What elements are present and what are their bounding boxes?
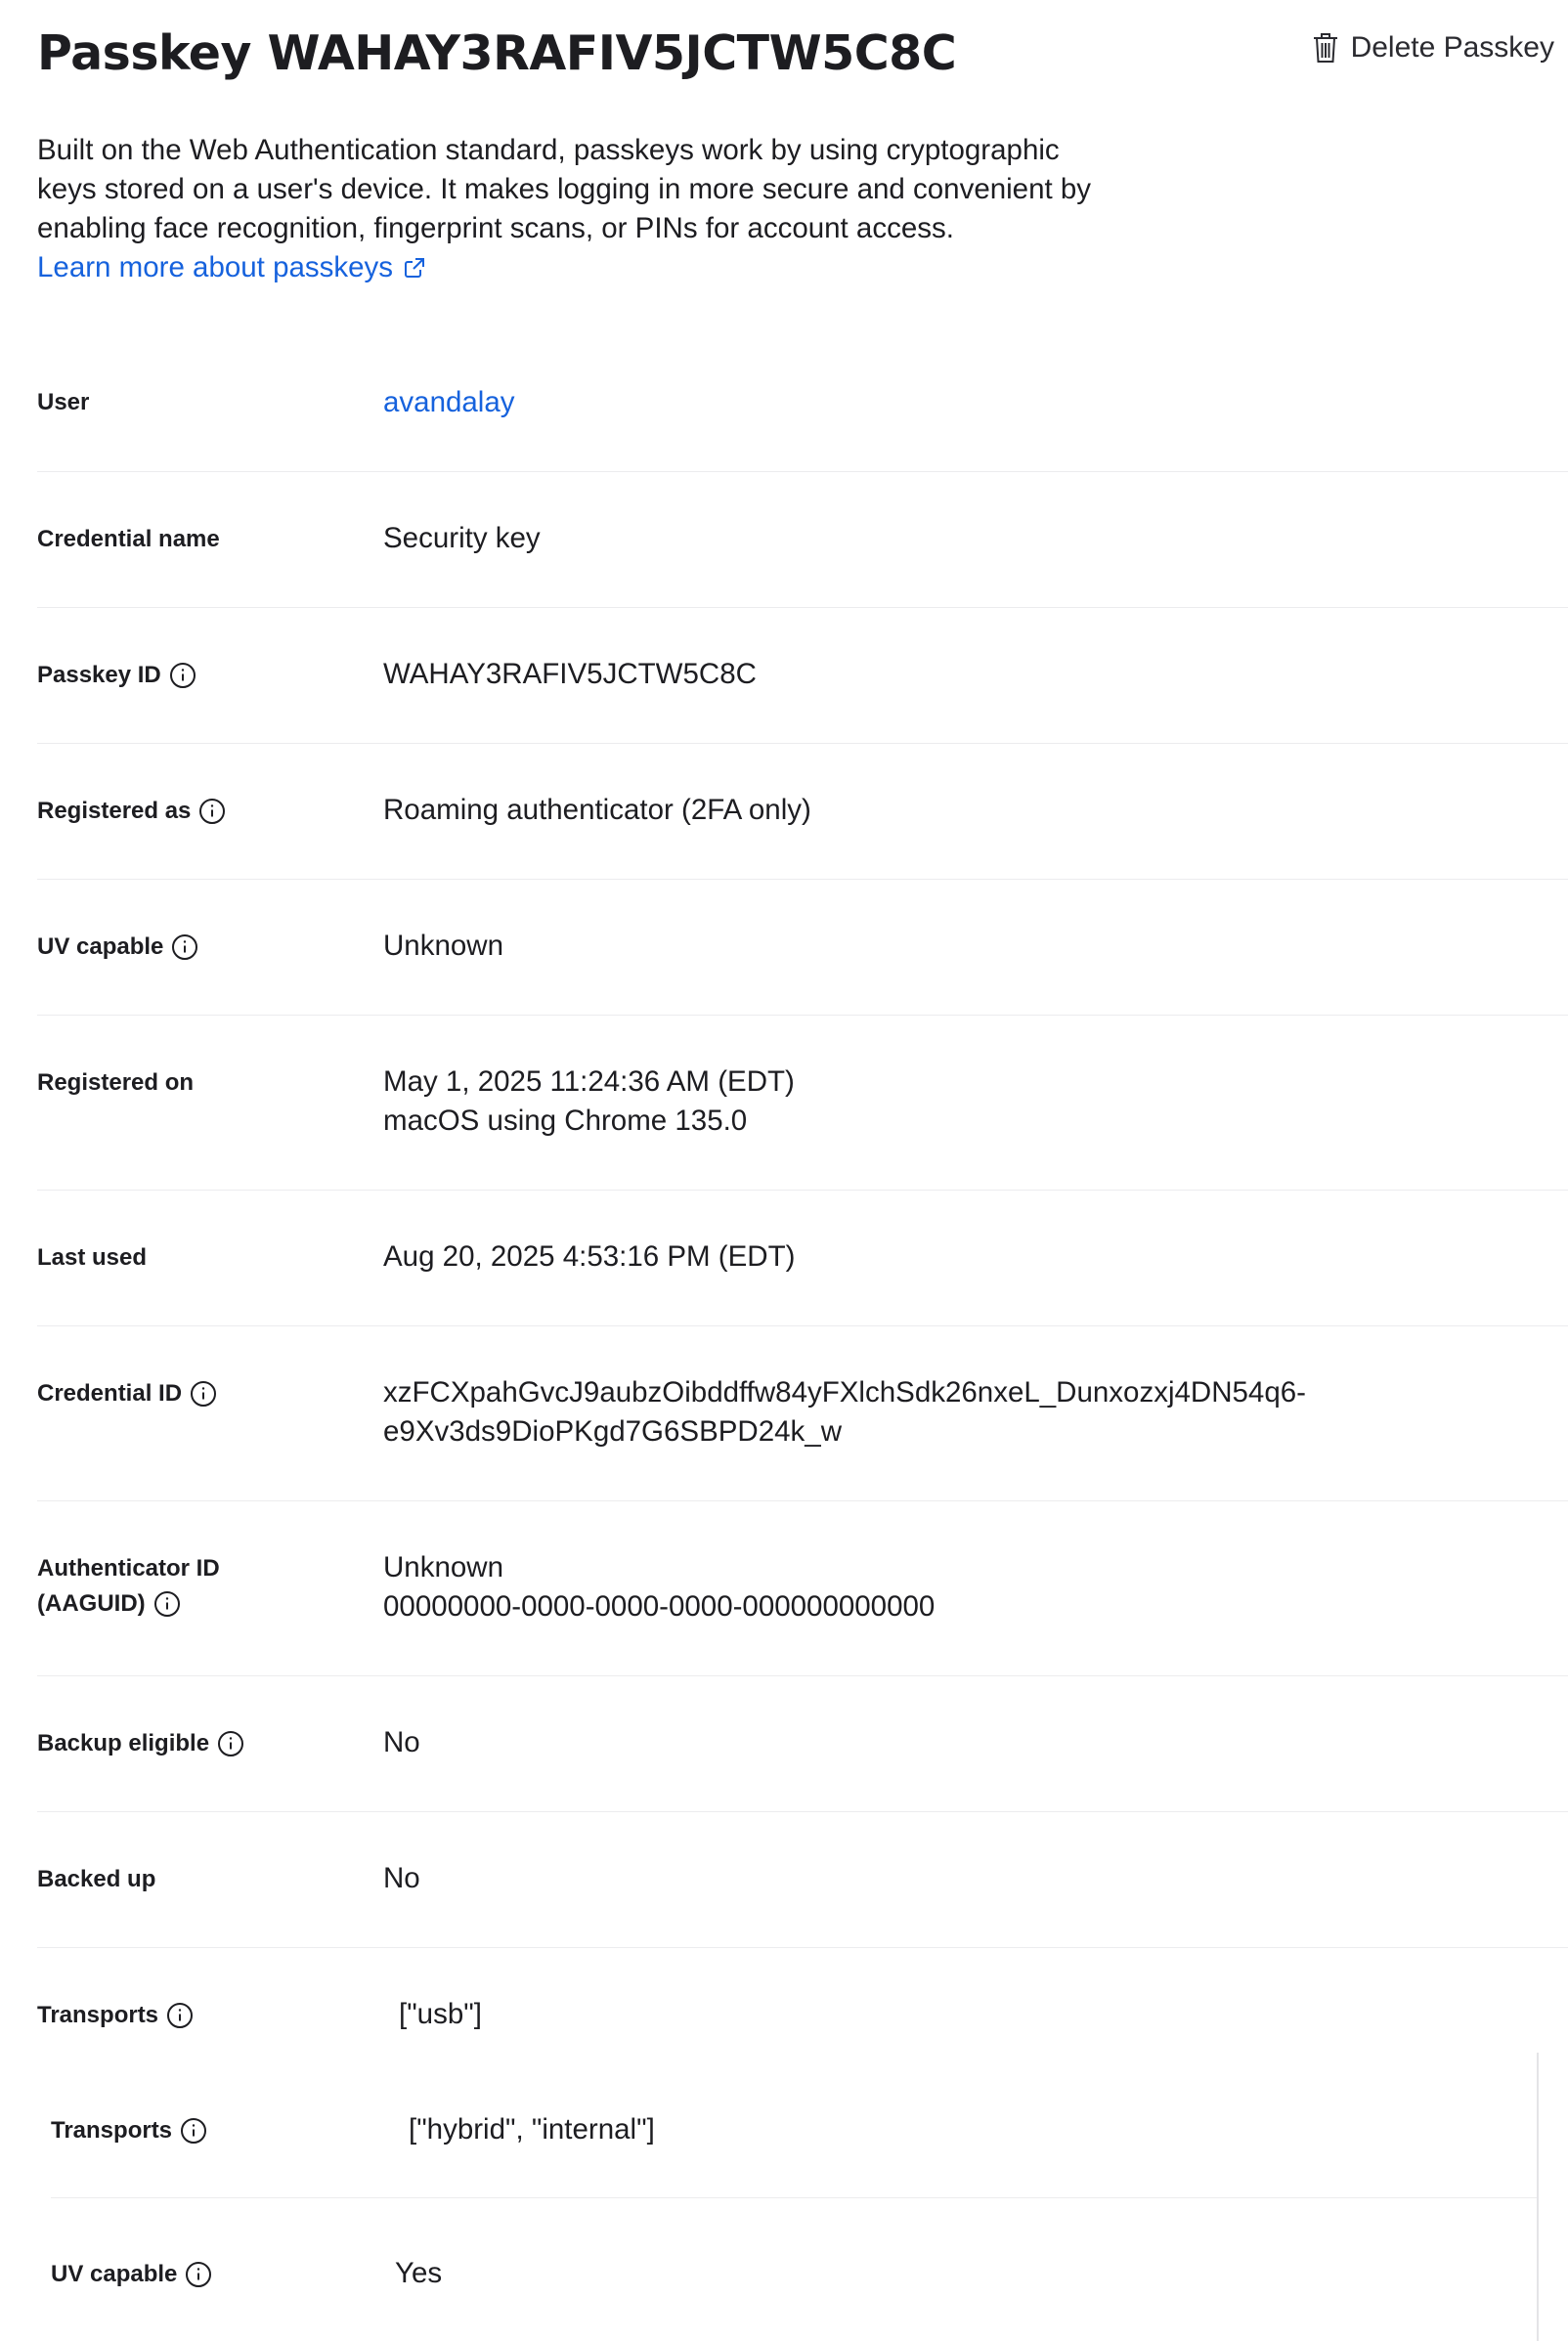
detail-row-user: User avandalay [37, 336, 1568, 472]
detail-value: Security key [383, 522, 541, 554]
aaguid-value: 00000000-0000-0000-0000-000000000000 [383, 1590, 936, 1623]
intro-section: Built on the Web Authentication standard… [37, 131, 1093, 287]
detail-value: May 1, 2025 11:24:36 AM (EDT) macOS usin… [383, 1062, 795, 1141]
credential-id-line: xzFCXpahGvcJ9aubzOibddffw84yFXlchSdk26nx… [383, 1376, 1306, 1409]
detail-row-passkey-id: Passkey ID WAHAY3RAFIV5JCTW5C8C [37, 608, 1568, 744]
detail-label-text: Backup eligible [37, 1730, 210, 1756]
info-icon[interactable] [171, 933, 198, 961]
detail-label-line: (AAGUID) [37, 1586, 181, 1622]
external-link-icon [405, 258, 425, 278]
detail-row-registered-on: Registered on May 1, 2025 11:24:36 AM (E… [37, 1016, 1568, 1191]
detail-label: Registered on [37, 1069, 195, 1096]
detail-label-text: UV capable [37, 933, 164, 960]
detail-label: User [37, 389, 90, 415]
details-list: User avandalay Credential name Security … [37, 336, 1568, 2083]
detail-value: Aug 20, 2025 4:53:16 PM (EDT) [383, 1240, 796, 1273]
detail-label-text: Authenticator ID [37, 1555, 220, 1582]
info-icon[interactable] [169, 662, 196, 689]
detail-value: Unknown 00000000-0000-0000-0000-00000000… [383, 1548, 935, 1626]
detail-label: Last used [37, 1244, 148, 1271]
detail-label-text: Transports [37, 2002, 159, 2028]
registered-on-client: macOS using Chrome 135.0 [383, 1105, 748, 1137]
detail-row-backed-up: Backed up No [37, 1812, 1568, 1948]
registered-on-date: May 1, 2025 11:24:36 AM (EDT) [383, 1065, 795, 1098]
delete-passkey-button[interactable]: Delete Passkey [1312, 31, 1554, 65]
detail-row-uv-capable: UV capable Unknown [37, 880, 1568, 1016]
detail-label: UV capable [37, 930, 198, 965]
nested-row-transports: Transports ["hybrid", "internal"] [51, 2053, 1537, 2198]
info-icon[interactable] [190, 1380, 217, 1408]
trash-icon [1313, 33, 1337, 63]
detail-row-last-used: Last used Aug 20, 2025 4:53:16 PM (EDT) [37, 1191, 1568, 1326]
page-title: Passkey WAHAY3RAFIV5JCTW5C8C [37, 25, 957, 81]
info-icon[interactable] [198, 798, 226, 825]
detail-label: Registered as [37, 794, 226, 829]
detail-row-credential-name: Credential name Security key [37, 472, 1568, 608]
detail-value: Roaming authenticator (2FA only) [383, 794, 811, 826]
learn-more-label: Learn more about passkeys [37, 251, 394, 283]
detail-value: avandalay [383, 383, 515, 422]
info-icon[interactable] [153, 1590, 181, 1618]
detail-label: UV capable [51, 2257, 212, 2292]
detail-label-text: Transports [51, 2117, 173, 2144]
detail-label: Credential ID [37, 1376, 217, 1411]
info-icon[interactable] [180, 2117, 207, 2145]
detail-label-text: Passkey ID [37, 662, 161, 688]
intro-text: Built on the Web Authentication standard… [37, 134, 1092, 244]
detail-value: No [383, 1862, 420, 1894]
page-header: Passkey WAHAY3RAFIV5JCTW5C8C Delete Pass… [37, 20, 1568, 88]
detail-label: Backup eligible [37, 1726, 244, 1761]
info-icon[interactable] [166, 2002, 194, 2029]
detail-value: No [383, 1726, 420, 1758]
detail-value: Yes [395, 2257, 443, 2289]
delete-passkey-label: Delete Passkey [1350, 31, 1554, 64]
credential-id-line: e9Xv3ds9DioPKgd7G6SBPD24k_w [383, 1415, 843, 1448]
info-icon[interactable] [217, 1730, 244, 1757]
nested-details-fragment: Transports ["hybrid", "internal"] UV cap… [51, 2053, 1539, 2341]
detail-value: WAHAY3RAFIV5JCTW5C8C [383, 658, 757, 690]
detail-value: ["hybrid", "internal"] [409, 2113, 655, 2146]
nested-row-uv-capable: UV capable Yes [51, 2198, 1537, 2341]
detail-label: Credential name [37, 526, 220, 552]
detail-label: Transports [37, 1998, 194, 2033]
detail-label: Backed up [37, 1866, 156, 1892]
detail-value: xzFCXpahGvcJ9aubzOibddffw84yFXlchSdk26nx… [383, 1373, 1306, 1452]
user-link[interactable]: avandalay [383, 386, 515, 418]
learn-more-link[interactable]: Learn more about passkeys [37, 248, 426, 287]
detail-label: Authenticator ID (AAGUID) [37, 1551, 220, 1622]
detail-value: ["usb"] [399, 1998, 482, 2030]
detail-value: Unknown [383, 930, 503, 962]
detail-label-text: (AAGUID) [37, 1590, 146, 1617]
detail-label-text: UV capable [51, 2261, 178, 2287]
detail-label: Transports [51, 2113, 207, 2148]
detail-row-backup-eligible: Backup eligible No [37, 1676, 1568, 1812]
passkey-detail-page: Passkey WAHAY3RAFIV5JCTW5C8C Delete Pass… [0, 0, 1568, 2341]
detail-row-credential-id: Credential ID xzFCXpahGvcJ9aubzOibddffw8… [37, 1326, 1568, 1501]
detail-row-registered-as: Registered as Roaming authenticator (2FA… [37, 744, 1568, 880]
detail-label-text: Credential ID [37, 1380, 183, 1407]
detail-label-text: Registered as [37, 798, 192, 824]
detail-row-aaguid: Authenticator ID (AAGUID) Unknown 000000… [37, 1501, 1568, 1676]
detail-label: Passkey ID [37, 658, 196, 693]
info-icon[interactable] [185, 2261, 212, 2288]
aaguid-name: Unknown [383, 1551, 503, 1583]
